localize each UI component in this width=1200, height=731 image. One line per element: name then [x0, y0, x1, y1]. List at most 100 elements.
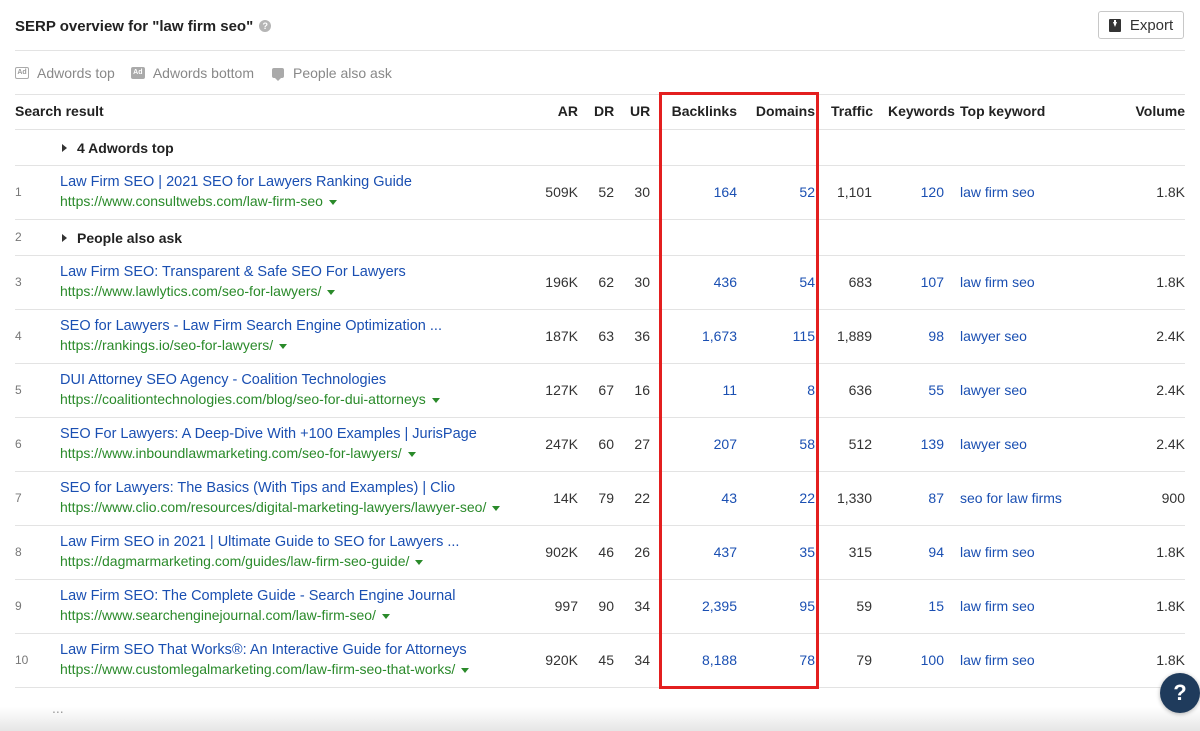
- top-keyword-link[interactable]: lawyer seo: [952, 309, 1087, 364]
- position-number: 4: [15, 309, 52, 364]
- result-url-text: https://www.lawlytics.com/seo-for-lawyer…: [60, 283, 322, 299]
- caret-down-icon[interactable]: [415, 559, 424, 565]
- result-url[interactable]: https://www.consultwebs.com/law-firm-seo: [60, 192, 524, 211]
- result-title-link[interactable]: DUI Attorney SEO Agency - Coalition Tech…: [60, 371, 524, 390]
- backlinks-link[interactable]: 164: [658, 165, 745, 220]
- volume-cell: 2.4K: [1087, 309, 1185, 364]
- column-header-search-result[interactable]: Search result: [15, 94, 532, 130]
- backlinks-link[interactable]: 43: [658, 471, 745, 526]
- backlinks-link[interactable]: 8,188: [658, 633, 745, 688]
- help-chat-button[interactable]: ?: [1160, 673, 1200, 713]
- result-title-link[interactable]: SEO for Lawyers - Law Firm Search Engine…: [60, 317, 524, 336]
- dr-cell: 79: [586, 471, 622, 526]
- domains-link[interactable]: 54: [745, 255, 823, 310]
- column-header-backlinks[interactable]: Backlinks: [658, 94, 745, 130]
- backlinks-link[interactable]: 1,673: [658, 309, 745, 364]
- backlinks-link[interactable]: 207: [658, 417, 745, 472]
- domains-link[interactable]: 78: [745, 633, 823, 688]
- column-header-volume[interactable]: Volume: [1087, 94, 1185, 130]
- domains-link[interactable]: 95: [745, 579, 823, 634]
- domains-link[interactable]: 58: [745, 417, 823, 472]
- help-icon[interactable]: ?: [259, 20, 272, 32]
- keywords-link[interactable]: 94: [880, 525, 952, 580]
- top-keyword-link[interactable]: law firm seo: [952, 525, 1087, 580]
- top-keyword-link[interactable]: law firm seo: [952, 633, 1087, 688]
- ar-cell: 14K: [532, 471, 586, 526]
- group-cell: 4 Adwords top: [52, 129, 1185, 166]
- filter-adwords-top[interactable]: Ad Adwords top: [15, 65, 115, 81]
- keywords-link[interactable]: 120: [880, 165, 952, 220]
- caret-down-icon[interactable]: [327, 289, 336, 295]
- domains-link[interactable]: 115: [745, 309, 823, 364]
- export-button[interactable]: Export: [1098, 11, 1184, 39]
- result-title-link[interactable]: Law Firm SEO That Works®: An Interactive…: [60, 641, 524, 660]
- dr-cell: 45: [586, 633, 622, 688]
- result-url-text: https://www.consultwebs.com/law-firm-seo: [60, 193, 323, 209]
- result-title-link[interactable]: Law Firm SEO: Transparent & Safe SEO For…: [60, 263, 524, 282]
- domains-link[interactable]: 52: [745, 165, 823, 220]
- group-row-people-also-ask[interactable]: 2 People also ask: [15, 219, 1185, 256]
- domains-link[interactable]: 35: [745, 525, 823, 580]
- serp-table: Search result AR DR UR Backlinks Domains…: [15, 94, 1185, 688]
- result-url[interactable]: https://www.inboundlawmarketing.com/seo-…: [60, 444, 524, 463]
- result-url[interactable]: https://www.searchenginejournal.com/law-…: [60, 606, 524, 625]
- keywords-link[interactable]: 100: [880, 633, 952, 688]
- filter-adwords-bottom[interactable]: Ad Adwords bottom: [130, 65, 254, 81]
- result-title-link[interactable]: Law Firm SEO | 2021 SEO for Lawyers Rank…: [60, 173, 524, 192]
- result-cell: Law Firm SEO | 2021 SEO for Lawyers Rank…: [52, 165, 532, 220]
- column-header-domains[interactable]: Domains: [745, 94, 823, 130]
- result-title-link[interactable]: SEO for Lawyers: The Basics (With Tips a…: [60, 479, 524, 498]
- domains-link[interactable]: 8: [745, 363, 823, 418]
- result-cell: Law Firm SEO That Works®: An Interactive…: [52, 633, 532, 688]
- top-keyword-link[interactable]: seo for law firms: [952, 471, 1087, 526]
- ar-cell: 920K: [532, 633, 586, 688]
- keywords-link[interactable]: 15: [880, 579, 952, 634]
- caret-down-icon[interactable]: [431, 397, 440, 403]
- result-title-link[interactable]: Law Firm SEO in 2021 | Ultimate Guide to…: [60, 533, 524, 552]
- caret-down-icon[interactable]: [407, 451, 416, 457]
- keywords-link[interactable]: 107: [880, 255, 952, 310]
- column-header-traffic[interactable]: Traffic: [823, 94, 880, 130]
- caret-down-icon[interactable]: [328, 199, 337, 205]
- backlinks-link[interactable]: 437: [658, 525, 745, 580]
- column-header-keywords[interactable]: Keywords: [880, 94, 955, 130]
- column-header-top-keyword[interactable]: Top keyword: [952, 94, 1087, 130]
- filter-people-also-ask[interactable]: People also ask: [270, 65, 392, 81]
- group-cell: People also ask: [52, 219, 1185, 256]
- result-url[interactable]: https://coalitiontechnologies.com/blog/s…: [60, 390, 524, 409]
- group-toggle[interactable]: People also ask: [60, 230, 182, 246]
- column-header-ar[interactable]: AR: [532, 94, 586, 130]
- result-url[interactable]: https://www.customlegalmarketing.com/law…: [60, 660, 524, 679]
- keywords-link[interactable]: 139: [880, 417, 952, 472]
- group-row-adwords-top[interactable]: 4 Adwords top: [15, 129, 1185, 166]
- volume-cell: 1.8K: [1087, 255, 1185, 310]
- result-url[interactable]: https://rankings.io/seo-for-lawyers/: [60, 336, 524, 355]
- caret-down-icon[interactable]: [279, 343, 288, 349]
- result-url[interactable]: https://www.lawlytics.com/seo-for-lawyer…: [60, 282, 524, 301]
- result-title-link[interactable]: SEO For Lawyers: A Deep-Dive With +100 E…: [60, 425, 524, 444]
- column-header-dr[interactable]: DR: [586, 94, 622, 130]
- result-url[interactable]: https://dagmarmarketing.com/guides/law-f…: [60, 552, 524, 571]
- dr-cell: 46: [586, 525, 622, 580]
- top-keyword-link[interactable]: lawyer seo: [952, 363, 1087, 418]
- result-title-link[interactable]: Law Firm SEO: The Complete Guide - Searc…: [60, 587, 524, 606]
- backlinks-link[interactable]: 436: [658, 255, 745, 310]
- top-keyword-link[interactable]: law firm seo: [952, 579, 1087, 634]
- result-url[interactable]: https://www.clio.com/resources/digital-m…: [60, 498, 524, 517]
- keywords-link[interactable]: 87: [880, 471, 952, 526]
- group-toggle[interactable]: 4 Adwords top: [60, 140, 174, 156]
- caret-down-icon[interactable]: [492, 505, 501, 511]
- caret-right-icon: [62, 143, 67, 152]
- domains-link[interactable]: 22: [745, 471, 823, 526]
- top-keyword-link[interactable]: law firm seo: [952, 165, 1087, 220]
- keywords-link[interactable]: 98: [880, 309, 952, 364]
- top-keyword-link[interactable]: law firm seo: [952, 255, 1087, 310]
- backlinks-link[interactable]: 11: [658, 363, 745, 418]
- keywords-link[interactable]: 55: [880, 363, 952, 418]
- caret-down-icon[interactable]: [381, 613, 390, 619]
- top-keyword-link[interactable]: lawyer seo: [952, 417, 1087, 472]
- page-title: SERP overview for "law firm seo": [15, 17, 254, 35]
- column-header-ur[interactable]: UR: [622, 94, 658, 130]
- backlinks-link[interactable]: 2,395: [658, 579, 745, 634]
- caret-down-icon[interactable]: [461, 667, 470, 673]
